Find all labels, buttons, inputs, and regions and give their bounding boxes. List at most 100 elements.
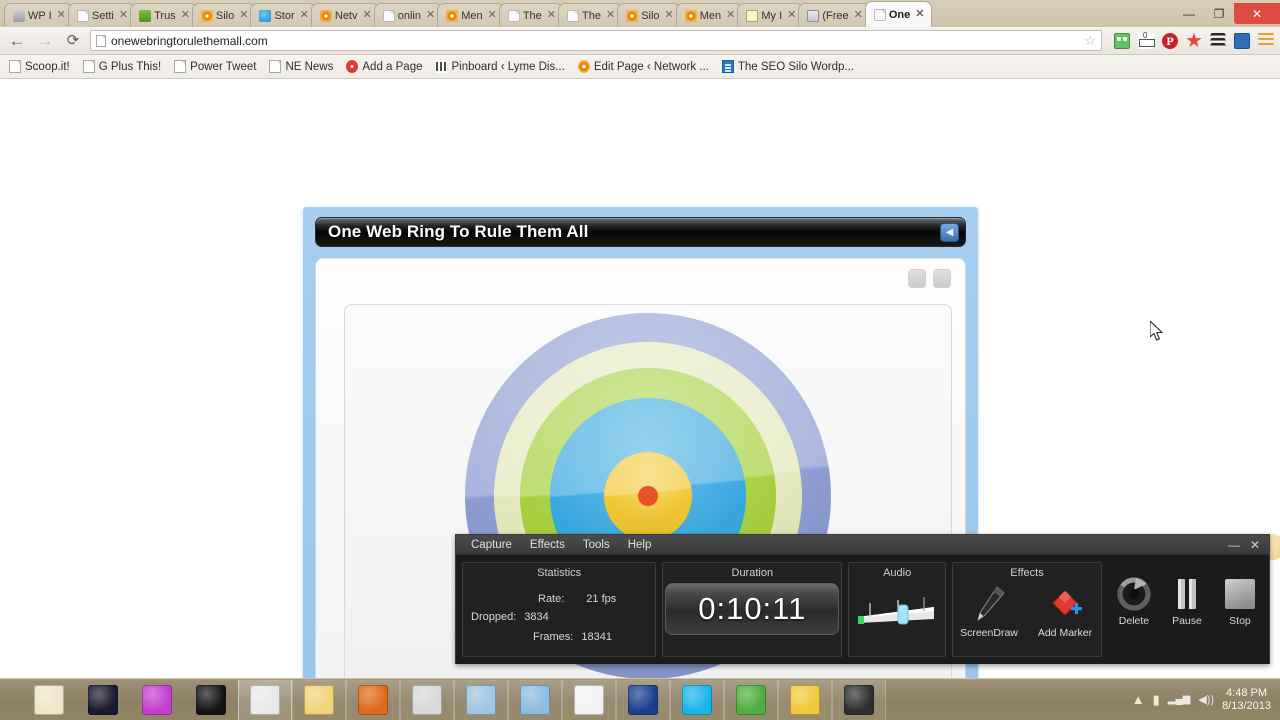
browser-tab[interactable]: The ✕ <box>498 3 563 27</box>
bookmark-item[interactable]: The SEO Silo Wordp... <box>721 60 854 73</box>
recorder-minimize-button[interactable]: — <box>1228 539 1240 551</box>
taskbar-snagit-editor[interactable] <box>130 680 184 720</box>
stop-button[interactable]: Stop <box>1217 576 1263 627</box>
screendraw-button[interactable]: ScreenDraw <box>953 583 1025 639</box>
bookmark-item[interactable]: Edit Page ‹ Network ... <box>577 60 709 73</box>
browser-tab[interactable]: Silo ✕ <box>191 3 256 27</box>
taskbar-calculator-icon <box>466 684 496 715</box>
bookmark-item[interactable]: Power Tweet <box>174 60 256 73</box>
browser-tab[interactable]: Silo ✕ <box>617 3 681 27</box>
tab-label: The <box>582 9 601 22</box>
tab-close-icon[interactable]: ✕ <box>239 10 248 21</box>
volume-icon[interactable]: ◀)) <box>1198 693 1214 706</box>
address-bar[interactable]: onewebringtorulethemall.com ☆ <box>90 30 1102 51</box>
taskbar-opera[interactable] <box>184 680 238 720</box>
taskbar-design-app[interactable] <box>508 679 562 720</box>
browser-tab[interactable]: WP I ✕ <box>4 3 73 27</box>
browser-tab[interactable]: The ✕ <box>558 3 623 27</box>
taskbar-notepad[interactable] <box>22 680 76 720</box>
taskbar-media-icon <box>628 684 658 715</box>
taskbar-items <box>22 679 886 720</box>
forward-icon[interactable]: → <box>34 32 56 49</box>
taskbar-chrome[interactable] <box>238 679 292 720</box>
recorder-menu-help[interactable]: Help <box>619 535 661 555</box>
back-icon[interactable]: ← <box>6 32 28 49</box>
signal-icon[interactable]: ▂▄▆ <box>1168 694 1190 705</box>
tab-close-icon[interactable]: ✕ <box>787 10 796 21</box>
taskbar-paint[interactable] <box>562 679 616 720</box>
tab-close-icon[interactable]: ✕ <box>915 9 924 20</box>
sharing-extension-icon[interactable] <box>1186 32 1202 48</box>
print-extension-icon[interactable] <box>1138 31 1155 49</box>
bookmark-item[interactable]: Add a Page <box>346 60 422 73</box>
taskbar-yellow-app[interactable] <box>778 679 832 720</box>
tab-close-icon[interactable]: ✕ <box>363 10 372 21</box>
recorder-menu-tools[interactable]: Tools <box>574 535 619 555</box>
browser-tab[interactable]: Netv ✕ <box>310 3 379 27</box>
buffer-extension-icon[interactable] <box>1210 32 1226 49</box>
browser-tab[interactable]: onlin ✕ <box>373 3 443 27</box>
bookmark-item[interactable]: NE News <box>269 60 333 73</box>
tab-close-icon[interactable]: ✕ <box>547 10 556 21</box>
recorder-close-button[interactable]: ✕ <box>1250 539 1260 551</box>
network-icon[interactable]: ▮ <box>1153 692 1160 708</box>
browser-tab[interactable]: Men ✕ <box>675 3 743 27</box>
tab-close-icon[interactable]: ✕ <box>726 10 735 21</box>
maximize-button[interactable]: ❐ <box>1204 3 1234 24</box>
delete-button[interactable]: Delete <box>1111 576 1157 627</box>
bookmark-label: Power Tweet <box>190 60 257 73</box>
taskbar-explorer[interactable] <box>292 679 346 720</box>
tab-close-icon[interactable]: ✕ <box>606 10 615 21</box>
browser-tab[interactable]: My I ✕ <box>737 3 804 27</box>
taskbar-screen-recorder-icon <box>844 684 874 715</box>
reload-icon[interactable]: ⟳ <box>62 33 84 48</box>
browser-tab[interactable]: Stor ✕ <box>250 3 316 27</box>
minimize-button[interactable]: — <box>1174 3 1204 24</box>
tab-close-icon[interactable]: ✕ <box>426 10 435 21</box>
tab-close-icon[interactable]: ✕ <box>665 10 674 21</box>
popup-body-button-1[interactable] <box>908 269 926 288</box>
add-marker-button[interactable]: Add Marker <box>1029 583 1101 639</box>
audio-level-meter[interactable] <box>854 587 940 633</box>
bookmark-item[interactable]: Scoop.it! <box>9 60 70 73</box>
pause-button[interactable]: Pause <box>1164 576 1210 627</box>
robot-extension-icon[interactable] <box>1114 32 1130 49</box>
popup-body-button-2[interactable] <box>933 269 951 288</box>
pinterest-extension-icon[interactable]: P <box>1162 32 1178 49</box>
tab-close-icon[interactable]: ✕ <box>57 10 66 21</box>
bookmark-item[interactable]: G Plus This! <box>82 60 161 73</box>
recorder-panels: Statistics Rate: 21 fps Dropped: 3834 Fram… <box>456 555 1269 664</box>
taskbar-screen-recorder[interactable] <box>832 679 886 720</box>
show-hidden-icons-icon[interactable]: ▲ <box>1132 692 1145 707</box>
chrome-menu-icon[interactable] <box>1258 32 1274 49</box>
taskbar-photoshop[interactable] <box>76 680 130 720</box>
start-button[interactable] <box>0 679 22 720</box>
recorder-menu-effects[interactable]: Effects <box>521 535 574 555</box>
tab-close-icon[interactable]: ✕ <box>119 10 128 21</box>
tab-close-icon[interactable]: ✕ <box>300 10 309 21</box>
recorder-menu-capture[interactable]: Capture <box>462 535 521 555</box>
browser-tab[interactable]: (Free ✕ <box>798 3 870 27</box>
browser-tab[interactable]: Trus ✕ <box>130 3 197 27</box>
taskbar-camtasia[interactable] <box>724 679 778 720</box>
tab-close-icon[interactable]: ✕ <box>854 10 863 21</box>
blue-extension-icon[interactable] <box>1234 32 1250 49</box>
bookmark-star-icon[interactable]: ☆ <box>1084 33 1096 49</box>
taskbar-clock[interactable]: 4:48 PM 8/13/2013 <box>1222 687 1271 713</box>
screendraw-label: ScreenDraw <box>960 627 1018 639</box>
browser-tab-active[interactable]: One ✕ <box>864 1 932 27</box>
taskbar-calculator[interactable] <box>454 679 508 720</box>
popup-close-icon[interactable]: ◀ <box>940 222 959 242</box>
bookmark-item[interactable]: Pinboard ‹ Lyme Dis... <box>435 60 565 73</box>
taskbar-firefox[interactable] <box>346 679 400 720</box>
taskbar-skype[interactable] <box>670 679 724 720</box>
statistics-title: Statistics <box>537 567 582 579</box>
browser-tab[interactable]: Setti ✕ <box>67 3 136 27</box>
taskbar-notes[interactable] <box>400 679 454 720</box>
browser-tab[interactable]: Men ✕ <box>437 3 504 27</box>
tab-close-icon[interactable]: ✕ <box>488 10 497 21</box>
taskbar-media[interactable] <box>616 679 670 720</box>
close-window-button[interactable]: ✕ <box>1234 3 1280 24</box>
tab-favicon-icon <box>507 9 520 22</box>
tab-close-icon[interactable]: ✕ <box>181 10 190 21</box>
